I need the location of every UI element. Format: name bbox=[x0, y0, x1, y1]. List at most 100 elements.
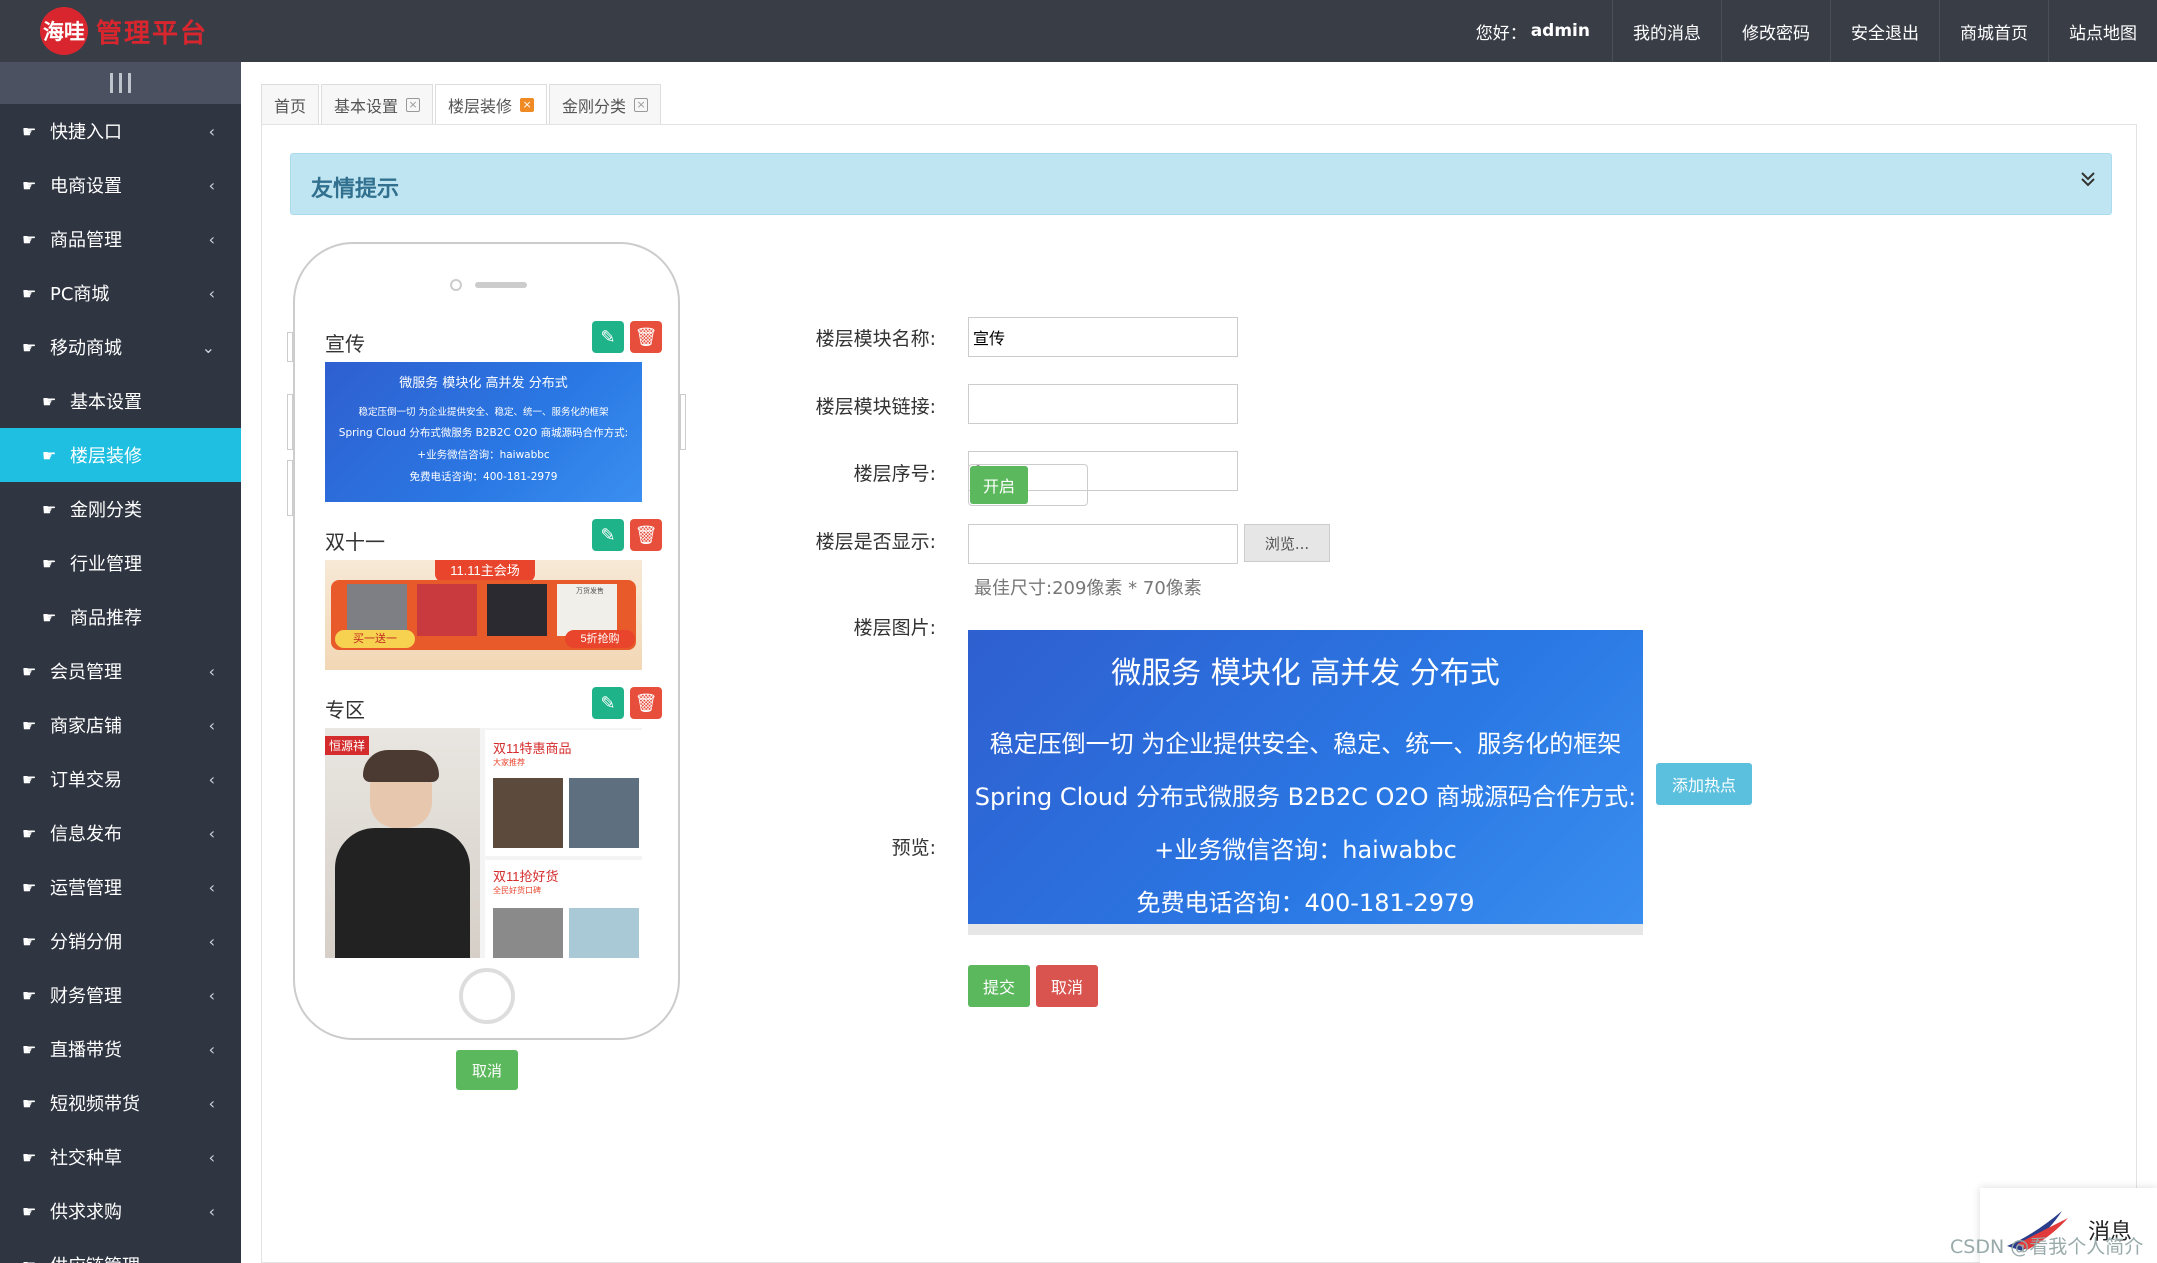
logo-mark: 海哇 bbox=[40, 7, 88, 55]
portrait-body bbox=[335, 828, 470, 958]
sidebar-item-label: PC商城 bbox=[50, 284, 110, 305]
close-icon[interactable]: × bbox=[520, 97, 535, 112]
cancel-button[interactable]: 取消 bbox=[1036, 965, 1098, 1007]
floor-link-input[interactable] bbox=[968, 384, 1238, 424]
chevron-left-icon: ‹ bbox=[208, 985, 215, 1005]
sidebar-item-basic-settings[interactable]: ☛ 基本设置 bbox=[0, 374, 241, 428]
tab-basic-settings[interactable]: 基本设置 × bbox=[321, 84, 434, 124]
sidebar-item-product-recommend[interactable]: ☛ 商品推荐 bbox=[0, 590, 241, 644]
preview-image: 微服务 模块化 高并发 分布式 稳定压倒一切 为企业提供安全、稳定、统一、服务化… bbox=[968, 630, 1643, 935]
sidebar-item-floor-decoration[interactable]: ☛ 楼层装修 bbox=[0, 428, 241, 482]
banner-line: Spring Cloud 分布式微服务 B2B2C O2O 商城源码合作方式: bbox=[338, 427, 629, 439]
banner-line: 免费电话咨询：400-181-2979 bbox=[409, 471, 558, 483]
product-image bbox=[569, 908, 639, 958]
tab-home[interactable]: 首页 bbox=[261, 84, 320, 124]
sidebar-item-supply-chain[interactable]: ☛ 供应链管理 ‹ bbox=[0, 1238, 241, 1263]
sidebar-item-member-management[interactable]: ☛ 会员管理 ‹ bbox=[0, 644, 241, 698]
sidebar-item-quick-entry[interactable]: ☛ 快捷入口 ‹ bbox=[0, 104, 241, 158]
sidebar-item-finance[interactable]: ☛ 财务管理 ‹ bbox=[0, 968, 241, 1022]
sidebar-item-distribution[interactable]: ☛ 分销分佣 ‹ bbox=[0, 914, 241, 968]
hand-point-icon: ☛ bbox=[42, 607, 57, 627]
preview-line: 免费电话咨询：400-181-2979 bbox=[1136, 889, 1475, 917]
product-image bbox=[347, 584, 407, 636]
banner-tag: 11.11主会场 bbox=[435, 560, 535, 582]
mall-home-link[interactable]: 商城首页 bbox=[1939, 0, 2048, 62]
sitemap-link[interactable]: 站点地图 bbox=[2048, 0, 2157, 62]
promo-subtitle: 全民好货口碑 bbox=[493, 886, 541, 895]
edit-icon[interactable]: ✎ bbox=[592, 519, 624, 551]
preview-scrollbar[interactable] bbox=[968, 924, 1643, 935]
trash-icon[interactable]: 🗑 bbox=[630, 519, 662, 551]
sidebar-item-label: 财务管理 bbox=[50, 986, 122, 1007]
tip-panel[interactable]: 友情提示 bbox=[290, 153, 2112, 215]
product-image bbox=[417, 584, 477, 636]
edit-icon[interactable]: ✎ bbox=[592, 687, 624, 719]
phone-cancel-button[interactable]: 取消 bbox=[456, 1050, 518, 1090]
sidebar-item-label: 分销分佣 bbox=[50, 932, 122, 953]
sidebar-item-merchant-stores[interactable]: ☛ 商家店铺 ‹ bbox=[0, 698, 241, 752]
add-hotspot-button[interactable]: 添加热点 bbox=[1656, 763, 1752, 805]
tab-label: 楼层装修 bbox=[448, 96, 513, 116]
floor-name-input[interactable] bbox=[968, 317, 1238, 357]
logo[interactable]: 海哇 管理平台 bbox=[40, 7, 208, 55]
phone-preview: 宣传 ✎ 🗑 微服务 模块化 高并发 分布式 稳定压倒一切 为企业提供安全、稳定… bbox=[287, 242, 686, 1040]
hand-point-icon: ☛ bbox=[22, 1147, 37, 1167]
sidebar-item-mobile-mall[interactable]: ☛ 移动商城 ⌄ bbox=[0, 320, 241, 374]
floor-name: 专区 bbox=[325, 698, 365, 722]
sidebar-item-ecommerce-settings[interactable]: ☛ 电商设置 ‹ bbox=[0, 158, 241, 212]
hand-point-icon: ☛ bbox=[22, 229, 37, 249]
trash-icon[interactable]: 🗑 bbox=[630, 321, 662, 353]
sidebar-item-pc-mall[interactable]: ☛ PC商城 ‹ bbox=[0, 266, 241, 320]
sidebar-item-label: 电商设置 bbox=[50, 176, 122, 197]
promo-card[interactable]: 双11特惠商品 大家推荐 bbox=[485, 730, 642, 856]
sidebar-item-label: 社交种草 bbox=[50, 1148, 122, 1169]
hand-point-icon: ☛ bbox=[22, 1201, 37, 1221]
close-icon[interactable]: × bbox=[634, 97, 649, 112]
floor-image-path-input[interactable] bbox=[968, 524, 1238, 564]
hand-point-icon: ☛ bbox=[22, 1093, 37, 1113]
sidebar-item-label: 商品推荐 bbox=[70, 608, 142, 629]
product-image bbox=[569, 778, 639, 848]
logout-link[interactable]: 安全退出 bbox=[1830, 0, 1939, 62]
sidebar-item-social[interactable]: ☛ 社交种草 ‹ bbox=[0, 1130, 241, 1184]
chevron-left-icon: ‹ bbox=[208, 175, 215, 195]
floor-item: 双十一 ✎ 🗑 11.11主会场 买一送一 5折抢购 万货发售 bbox=[313, 512, 664, 670]
edit-icon[interactable]: ✎ bbox=[592, 321, 624, 353]
sidebar-item-short-video[interactable]: ☛ 短视频带货 ‹ bbox=[0, 1076, 241, 1130]
menu-bars-icon[interactable] bbox=[0, 62, 241, 104]
watermark: CSDN @看我个人简介 bbox=[1950, 1236, 2144, 1258]
close-icon[interactable]: × bbox=[406, 97, 421, 112]
sidebar-item-label: 供应链管理 bbox=[50, 1252, 140, 1263]
sidebar-item-supply-demand[interactable]: ☛ 供求求购 ‹ bbox=[0, 1184, 241, 1238]
sidebar-item-info-publish[interactable]: ☛ 信息发布 ‹ bbox=[0, 806, 241, 860]
hand-point-icon: ☛ bbox=[22, 1256, 44, 1263]
preview-line: 微服务 模块化 高并发 分布式 bbox=[1111, 656, 1500, 691]
change-password-link[interactable]: 修改密码 bbox=[1721, 0, 1830, 62]
chevron-left-icon: ‹ bbox=[208, 283, 215, 303]
sidebar-item-order-trading[interactable]: ☛ 订单交易 ‹ bbox=[0, 752, 241, 806]
tab-diamond-category[interactable]: 金刚分类 × bbox=[549, 84, 662, 124]
sidebar-item-label: 供求求购 bbox=[50, 1202, 122, 1223]
phone-side-button bbox=[680, 394, 686, 450]
promo-card[interactable]: 双11抢好货 全民好货口碑 bbox=[485, 860, 642, 958]
sidebar-item-label: 会员管理 bbox=[50, 662, 122, 683]
browse-button[interactable]: 浏览... bbox=[1244, 524, 1330, 562]
sidebar-item-diamond-category[interactable]: ☛ 金刚分类 bbox=[0, 482, 241, 536]
sidebar-item-product-management[interactable]: ☛ 商品管理 ‹ bbox=[0, 212, 241, 266]
floor-visible-toggle[interactable]: 开启 bbox=[968, 464, 1088, 506]
portrait-hair bbox=[363, 750, 439, 782]
hand-point-icon: ☛ bbox=[22, 715, 37, 735]
sidebar-item-label: 直播带货 bbox=[50, 1040, 122, 1061]
submit-button[interactable]: 提交 bbox=[968, 965, 1030, 1007]
tab-label: 金刚分类 bbox=[562, 96, 627, 116]
trash-icon[interactable]: 🗑 bbox=[630, 687, 662, 719]
sidebar-item-industry-management[interactable]: ☛ 行业管理 bbox=[0, 536, 241, 590]
double-chevron-down-icon[interactable] bbox=[2079, 168, 2097, 194]
sidebar-item-operations[interactable]: ☛ 运营管理 ‹ bbox=[0, 860, 241, 914]
tab-floor-decoration[interactable]: 楼层装修 × bbox=[435, 84, 548, 124]
my-messages-link[interactable]: 我的消息 bbox=[1612, 0, 1721, 62]
sidebar-item-live-commerce[interactable]: ☛ 直播带货 ‹ bbox=[0, 1022, 241, 1076]
promo-title: 双11特惠商品 bbox=[493, 741, 572, 756]
floor-banner-image: 恒源祥 双11特惠商品 大家推荐 双11抢好货 全民好货口碑 bbox=[325, 728, 642, 958]
hand-point-icon: ☛ bbox=[42, 553, 57, 573]
